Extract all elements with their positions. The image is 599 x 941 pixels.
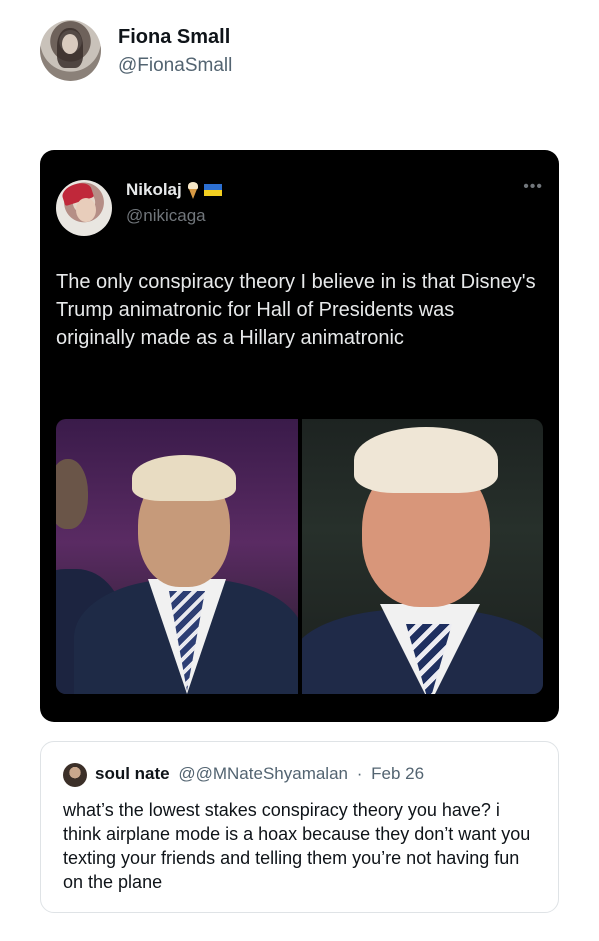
embedded-tweet-text: The only conspiracy theory I believe in …	[56, 271, 536, 349]
outer-author-handle[interactable]: @FionaSmall	[118, 55, 232, 77]
animatronic-photo-new[interactable]	[302, 419, 543, 694]
more-options-icon[interactable]: •••	[523, 179, 543, 195]
separator-dot: ·	[356, 764, 363, 783]
quoted-author-name[interactable]: soul nate	[95, 764, 170, 783]
soul-nate-avatar[interactable]	[63, 763, 87, 787]
embedded-tweet-card[interactable]: Nikolaj @nikicaga ••• The only conspirac…	[40, 150, 559, 722]
ukraine-flag-icon	[203, 184, 222, 196]
animatronic-photo-old[interactable]	[56, 419, 298, 694]
quoted-tweet-header: soul nate @@MNateShyamalan · Feb 26	[95, 764, 424, 784]
fiona-avatar[interactable]	[40, 20, 101, 81]
quoted-tweet-card[interactable]: soul nate @@MNateShyamalan · Feb 26 what…	[40, 741, 559, 913]
inner-author-name[interactable]: Nikolaj	[126, 180, 182, 200]
ice-cream-icon	[187, 181, 198, 199]
inner-author-row: Nikolaj	[126, 180, 222, 200]
inner-author-handle[interactable]: @nikicaga	[126, 206, 206, 226]
nikolaj-avatar[interactable]	[56, 180, 112, 236]
quoted-tweet-text: what’s the lowest stakes conspiracy theo…	[63, 800, 531, 892]
quoted-tweet-date[interactable]: Feb 26	[371, 764, 424, 783]
outer-author-name[interactable]: Fiona Small	[118, 26, 230, 49]
quoted-author-handle[interactable]: @@MNateShyamalan	[178, 764, 348, 783]
